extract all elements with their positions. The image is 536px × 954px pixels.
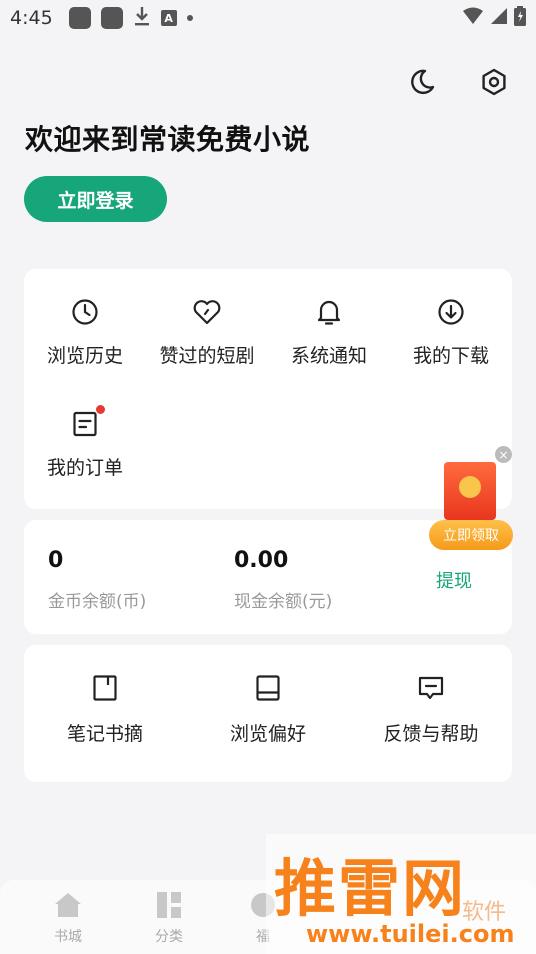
- notification-badge: [95, 404, 106, 415]
- tool-preferences[interactable]: 浏览偏好: [187, 673, 349, 746]
- nav-category[interactable]: 分类: [134, 890, 204, 946]
- nav-bookstore[interactable]: 书城: [33, 890, 103, 946]
- nav-label: 分类: [155, 929, 183, 945]
- tools-card: 笔记书摘 浏览偏好 反馈与帮助: [24, 645, 512, 782]
- system-icons: [462, 6, 526, 30]
- status-bar: 4:45 A: [0, 0, 536, 36]
- app-icon: [68, 7, 91, 29]
- claim-now-button[interactable]: 立即领取: [429, 520, 513, 550]
- shortcut-label: 我的订单: [46, 457, 123, 479]
- download-icon: [133, 5, 151, 31]
- settings-icon[interactable]: [478, 66, 510, 98]
- shortcut-browse-history[interactable]: 浏览历史: [24, 297, 146, 368]
- nav-label: 书城: [54, 929, 82, 945]
- watermark-tagline: 软件: [462, 900, 507, 925]
- shortcut-my-downloads[interactable]: 我的下载: [390, 297, 512, 368]
- close-icon[interactable]: ×: [495, 446, 512, 463]
- watermark: 推雷网 www.tuilei.com 软件: [266, 834, 536, 954]
- cash-balance[interactable]: 0.00 现金余额(元): [234, 548, 332, 612]
- shortcut-liked-dramas[interactable]: 赞过的短剧: [146, 297, 268, 368]
- notification-icons: A: [68, 5, 193, 31]
- shortcut-label: 我的下载: [412, 345, 489, 367]
- status-time: 4:45: [10, 7, 53, 29]
- login-button[interactable]: 立即登录: [24, 176, 167, 222]
- heart-icon: [192, 297, 222, 327]
- battery-icon: [514, 6, 526, 30]
- app-icon: [100, 7, 123, 29]
- bell-icon: [314, 297, 344, 327]
- withdraw-link[interactable]: 提现: [436, 567, 472, 593]
- download-circle-icon: [436, 297, 466, 327]
- envelope-seal: [459, 476, 481, 498]
- coin-balance[interactable]: 0 金币余额(币): [48, 548, 146, 612]
- cash-balance-value: 0.00: [234, 548, 289, 573]
- moon-icon[interactable]: [406, 66, 438, 98]
- tool-notes[interactable]: 笔记书摘: [24, 673, 186, 746]
- signal-icon: [490, 7, 508, 29]
- feedback-icon: [416, 673, 446, 703]
- tool-feedback[interactable]: 反馈与帮助: [350, 673, 512, 746]
- home-icon: [53, 890, 83, 920]
- cash-balance-label: 现金余额(元): [234, 592, 333, 612]
- clock-icon: [70, 297, 100, 327]
- shortcut-label: 赞过的短剧: [159, 345, 255, 367]
- watermark-brand: 推雷网: [274, 852, 467, 925]
- red-packet-float[interactable]: × 立即领取: [429, 446, 515, 550]
- tool-label: 反馈与帮助: [383, 723, 479, 745]
- a-icon: A: [160, 10, 177, 26]
- coin-balance-label: 金币余额(币): [48, 592, 147, 612]
- coin-balance-value: 0: [48, 548, 64, 573]
- order-icon: [70, 404, 106, 439]
- header-actions: [406, 66, 510, 98]
- tool-label: 浏览偏好: [229, 723, 306, 745]
- tool-label: 笔记书摘: [66, 723, 143, 745]
- shortcut-my-orders[interactable]: 我的订单: [24, 404, 146, 480]
- dot-icon: [186, 15, 193, 21]
- shortcut-system-notice[interactable]: 系统通知: [268, 297, 390, 368]
- shortcut-label: 浏览历史: [46, 345, 123, 367]
- bookmark-icon: [90, 673, 120, 703]
- shortcut-label: 系统通知: [290, 345, 367, 367]
- red-envelope-icon: [444, 462, 496, 520]
- welcome-title: 欢迎来到常读免费小说: [25, 123, 311, 156]
- tablet-icon: [253, 673, 283, 703]
- category-icon: [154, 890, 184, 920]
- wifi-icon: [462, 7, 484, 29]
